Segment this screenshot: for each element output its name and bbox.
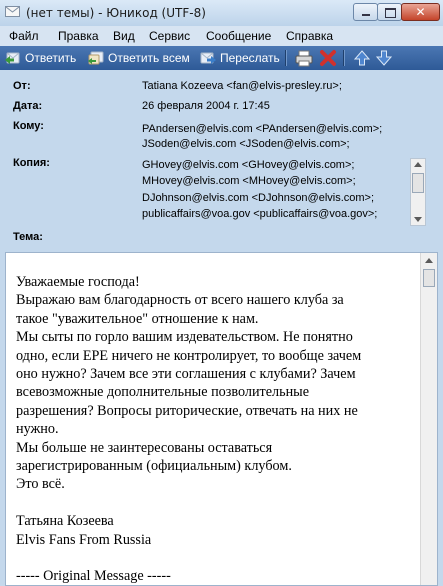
cc-recipient[interactable]: MHovey@elvis.com <MHovey@elvis.com>; (142, 175, 356, 187)
menu-message[interactable]: Сообщение (206, 29, 271, 43)
scroll-up-icon[interactable] (414, 162, 422, 167)
reply-all-button[interactable]: Ответить всем (88, 48, 190, 68)
cc-recipient[interactable]: publicaffairs@voa.gov <publicaffairs@voa… (142, 208, 377, 220)
body-line (16, 494, 416, 512)
close-icon: ✕ (415, 5, 426, 19)
reply-label: Ответить (25, 51, 77, 65)
menu-help[interactable]: Справка (286, 29, 333, 43)
body-line: нужно. (16, 421, 59, 438)
cc-recipient[interactable]: GHovey@elvis.com <GHovey@elvis.com>; (142, 159, 354, 171)
scroll-up-icon[interactable] (425, 258, 433, 263)
toolbar-separator (343, 50, 345, 66)
next-icon[interactable] (375, 49, 393, 67)
body-line: ----- Original Message ----- (16, 568, 171, 585)
body-line: одно, если EPE ничего не контролирует, т… (16, 347, 362, 364)
reply-all-label: Ответить всем (108, 51, 190, 65)
minimize-icon (362, 14, 370, 16)
envelope-icon (5, 6, 20, 17)
close-button[interactable]: ✕ (401, 3, 440, 21)
window-title: (нет темы) - Юникод (UTF-8) (26, 6, 206, 20)
to-recipient[interactable]: JSoden@elvis.com <JSoden@elvis.com>; (142, 138, 350, 150)
to-recipient[interactable]: PAndersen@elvis.com <PAndersen@elvis.com… (142, 123, 382, 135)
body-line: всевозможные дополнительные позволительн… (16, 384, 310, 401)
body-line: Татьяна Козеева (16, 513, 114, 530)
to-label: Кому: (13, 120, 44, 132)
body-line: такое "уважительное" отношение к нам. (16, 310, 259, 327)
message-headers: От: Tatiana Kozeeva <fan@elvis-presley.r… (0, 70, 443, 252)
date-label: Дата: (13, 100, 43, 112)
menu-bar: Файл Правка Вид Сервис Сообщение Справка (0, 26, 443, 46)
body-line: Уважаемые господа! (16, 274, 140, 290)
cc-recipient[interactable]: DJohnson@elvis.com <DJohnson@elvis.com>; (142, 192, 374, 204)
body-line: Мы больше не заинтересованы оставаться (16, 439, 273, 456)
message-body-text: Уважаемые господа! Выражаю вам благодарно… (16, 273, 416, 585)
reply-button[interactable]: Ответить (5, 48, 76, 68)
body-line: оно нужно? Зачем все эти соглашения с кл… (16, 366, 356, 383)
body-scrollbar[interactable] (420, 253, 437, 585)
forward-label: Переслать (220, 51, 280, 65)
reply-icon (5, 51, 21, 65)
message-body[interactable]: Уважаемые господа! Выражаю вам благодарно… (5, 252, 438, 586)
reply-all-icon (88, 51, 104, 65)
menu-view[interactable]: Вид (113, 29, 135, 43)
scroll-down-icon[interactable] (414, 217, 422, 222)
body-line: разрешения? Вопросы риторические, отвеча… (16, 402, 358, 419)
cc-label: Копия: (13, 157, 50, 169)
body-line (16, 549, 416, 567)
toolbar-separator (285, 50, 287, 66)
menu-edit[interactable]: Правка (58, 29, 99, 43)
body-line: Мы сыты по горло вашим издевательством. … (16, 329, 353, 346)
previous-icon[interactable] (353, 49, 371, 67)
forward-icon (200, 51, 216, 65)
body-line: Elvis Fans From Russia (16, 531, 152, 548)
maximize-button[interactable] (377, 3, 402, 21)
from-label: От: (13, 80, 31, 92)
menu-file[interactable]: Файл (9, 29, 39, 43)
title-bar: (нет темы) - Юникод (UTF-8) ✕ (0, 0, 443, 27)
date-value: 26 февраля 2004 г. 17:45 (142, 100, 270, 112)
minimize-button[interactable] (353, 3, 378, 21)
toolbar: Ответить Ответить всем Переслать (0, 46, 443, 70)
forward-button[interactable]: Переслать (200, 48, 280, 68)
cc-scrollbar[interactable] (410, 158, 426, 226)
scroll-thumb[interactable] (412, 173, 424, 193)
body-line: Это всё. (16, 476, 65, 493)
delete-icon[interactable] (319, 49, 337, 67)
body-line: зарегистрированным (официальным) клубом. (16, 458, 292, 475)
print-icon[interactable] (295, 49, 313, 67)
maximize-icon (385, 8, 396, 18)
menu-tools[interactable]: Сервис (149, 29, 190, 43)
from-value[interactable]: Tatiana Kozeeva <fan@elvis-presley.ru>; (142, 80, 342, 92)
scroll-thumb[interactable] (423, 269, 435, 287)
body-line: Выражаю вам благодарность от всего нашег… (16, 292, 344, 309)
subject-label: Тема: (13, 231, 43, 243)
